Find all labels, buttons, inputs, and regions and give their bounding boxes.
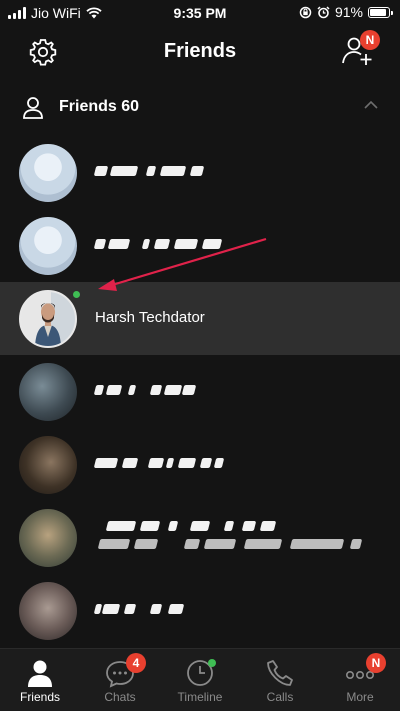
tab-label: Friends <box>19 690 60 704</box>
avatar <box>19 509 77 567</box>
tab-more[interactable]: N More <box>320 649 400 711</box>
header: Friends N <box>0 28 400 78</box>
tab-label: Chats <box>104 690 136 704</box>
tab-bar: Friends 4 Chats Timeline Calls N More <box>0 648 400 711</box>
tab-friends[interactable]: Friends <box>0 649 80 711</box>
tab-label: Timeline <box>177 690 223 704</box>
tab-timeline[interactable]: Timeline <box>160 649 240 711</box>
avatar <box>19 217 77 275</box>
friend-row[interactable] <box>0 574 400 647</box>
avatar <box>19 144 77 202</box>
friend-row[interactable] <box>0 428 400 501</box>
tab-chats[interactable]: 4 Chats <box>80 649 160 711</box>
person-icon <box>23 97 43 119</box>
avatar <box>19 290 77 348</box>
battery-icon <box>368 6 393 18</box>
friend-list: Harsh Techdator <box>0 136 400 647</box>
friend-row[interactable] <box>0 136 400 209</box>
tab-label: Calls <box>266 690 294 704</box>
friend-name: Harsh Techdator <box>95 309 205 326</box>
phone-icon <box>267 660 293 686</box>
person-icon <box>28 660 52 687</box>
online-status-dot <box>73 291 80 298</box>
more-badge: N <box>366 653 386 673</box>
battery-percent: 91% <box>334 4 363 20</box>
friend-row[interactable] <box>0 209 400 282</box>
status-bar-right: 91% <box>299 4 393 20</box>
rotation-lock-icon <box>299 6 312 18</box>
chevron-up-icon[interactable] <box>364 100 378 110</box>
friend-row[interactable]: Harsh Techdator <box>0 282 400 355</box>
section-title: Friends 60 <box>59 98 140 115</box>
friend-row[interactable] <box>0 501 400 574</box>
add-friend-button[interactable]: N <box>340 30 380 68</box>
avatar <box>19 363 77 421</box>
tab-calls[interactable]: Calls <box>240 649 320 711</box>
friends-section-header[interactable]: Friends 60 <box>0 88 400 128</box>
friend-row[interactable] <box>0 355 400 428</box>
tab-label: More <box>346 690 374 704</box>
status-bar: Jio WiFi 9:35 PM 91% <box>0 0 400 26</box>
avatar <box>19 582 77 640</box>
add-friend-badge: N <box>360 30 380 50</box>
alarm-icon <box>317 5 330 18</box>
avatar <box>19 436 77 494</box>
chats-badge: 4 <box>126 653 146 673</box>
avatar-photo <box>21 292 75 346</box>
timeline-new-dot <box>208 659 216 667</box>
